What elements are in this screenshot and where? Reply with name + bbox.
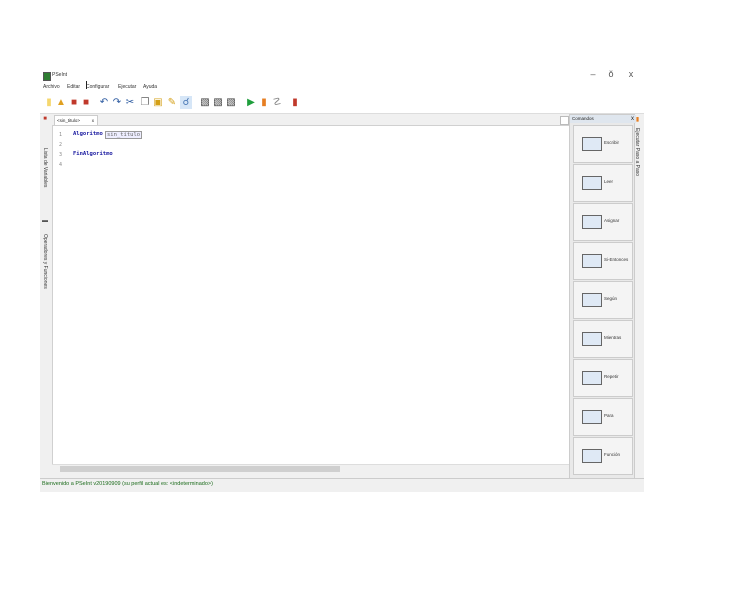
app-window: PSeInt – ŏ x Archivo Editar Configurar E…	[40, 68, 644, 492]
find-next-icon[interactable]: ▧	[199, 96, 211, 109]
edit-icon[interactable]: ✎	[166, 96, 178, 109]
repeat-command-icon	[582, 371, 602, 385]
menu-archivo[interactable]: Archivo	[43, 84, 60, 90]
run-icon[interactable]: ▶	[245, 96, 257, 109]
menu-bar: Archivo Editar Configurar Ejecutar Ayuda	[40, 82, 644, 93]
command-repetir[interactable]: Repetir	[573, 359, 633, 397]
command-si-entonces[interactable]: Si-Entonces	[573, 242, 633, 280]
sidebar-tab-variables[interactable]: Lista de Variables	[42, 148, 48, 187]
if-then-command-icon	[582, 254, 602, 268]
sidebar-tab-paso-a-paso[interactable]: Ejecutar Paso a Paso	[634, 128, 640, 176]
title-bar: PSeInt – ŏ x	[40, 68, 644, 82]
keyword-finalgoritmo: FinAlgoritmo	[73, 151, 113, 157]
toolbar: ▮ ▲ ■ ■ ↶ ↷ ✂ ❐ ▣ ✎ ☌ ▧ ▧ ▧ ▶ ▮ ☡ ▮	[40, 93, 644, 114]
code-editor[interactable]: 1 2 3 4 Algoritmo sin_titulo FinAlgoritm…	[52, 125, 572, 465]
function-command-icon	[582, 449, 602, 463]
cut-icon[interactable]: ✂	[124, 96, 136, 109]
command-funcion[interactable]: Función	[573, 437, 633, 475]
right-sidebar: ▮ Ejecutar Paso a Paso	[633, 114, 643, 234]
command-mientras[interactable]: Mientras	[573, 320, 633, 358]
replace-icon[interactable]: ▧	[212, 96, 224, 109]
maximize-button[interactable]: ŏ	[604, 69, 618, 79]
line-number: 2	[59, 142, 63, 148]
minimize-button[interactable]: –	[586, 69, 600, 79]
command-label: Repetir	[604, 374, 619, 379]
left-sidebar: ■ Lista de Variables ▬ Operadores y Func…	[40, 114, 52, 482]
command-para[interactable]: Para	[573, 398, 633, 436]
switch-command-icon	[582, 293, 602, 307]
copy-icon[interactable]: ❐	[139, 96, 151, 109]
paste-icon[interactable]: ▣	[152, 96, 164, 109]
text-cursor	[86, 81, 87, 89]
command-label: Si-Entonces	[604, 257, 629, 262]
find-icon[interactable]: ☌	[180, 96, 192, 109]
commands-title: Comandos	[572, 116, 594, 121]
step-by-step-icon[interactable]: ▮	[258, 96, 270, 109]
command-label: Para	[604, 413, 614, 418]
indent-icon[interactable]: ▧	[225, 96, 237, 109]
commands-panel: Comandos x Escribir Leer Asignar Si-Ento…	[569, 114, 636, 480]
command-asignar[interactable]: Asignar	[573, 203, 633, 241]
for-command-icon	[582, 410, 602, 424]
new-file-icon[interactable]: ▮	[43, 96, 55, 109]
undo-icon[interactable]: ↶	[98, 96, 110, 109]
command-label: Mientras	[604, 335, 622, 340]
flowchart-icon[interactable]: ▮	[289, 96, 301, 109]
command-leer[interactable]: Leer	[573, 164, 633, 202]
window-title: PSeInt	[52, 72, 68, 78]
menu-editar[interactable]: Editar	[67, 84, 80, 90]
menu-ayuda[interactable]: Ayuda	[143, 84, 157, 90]
editor-tab-strip: <sin_titulo> x	[52, 114, 570, 126]
variables-icon: ■	[42, 116, 48, 122]
scrollbar-thumb[interactable]	[60, 466, 340, 472]
read-command-icon	[582, 176, 602, 190]
status-message: Bienvenido a PSeInt v20190909 (su perfil…	[42, 481, 213, 487]
horizontal-scrollbar[interactable]	[52, 464, 570, 473]
save-as-icon[interactable]: ■	[80, 96, 92, 109]
line-number: 1	[59, 132, 63, 138]
command-label: Función	[604, 452, 621, 457]
editor-panel-close-icon[interactable]	[560, 116, 569, 125]
app-icon	[43, 72, 51, 81]
operators-icon: ▬	[42, 218, 48, 224]
save-icon[interactable]: ■	[68, 96, 80, 109]
close-button[interactable]: x	[624, 69, 638, 79]
menu-ejecutar[interactable]: Ejecutar	[118, 84, 136, 90]
menu-configurar[interactable]: Configurar	[86, 84, 109, 90]
sidebar-tab-operators[interactable]: Operadores y Funciones	[42, 234, 48, 289]
command-label: Según	[604, 296, 618, 301]
step-by-step-panel-icon: ▮	[634, 116, 640, 123]
status-bar: Bienvenido a PSeInt v20190909 (su perfil…	[40, 478, 644, 491]
line-number: 4	[59, 162, 63, 168]
tab-label: <sin_titulo>	[57, 118, 81, 123]
command-label: Leer	[604, 179, 614, 184]
command-label: Asignar	[604, 218, 620, 223]
assign-command-icon	[582, 215, 602, 229]
command-escribir[interactable]: Escribir	[573, 125, 633, 163]
line-number: 3	[59, 152, 63, 158]
debug-icon[interactable]: ☡	[271, 96, 283, 109]
command-label: Escribir	[604, 140, 620, 145]
command-segun[interactable]: Según	[573, 281, 633, 319]
keyword-algoritmo: Algoritmo	[73, 131, 103, 137]
algorithm-name-placeholder[interactable]: sin_titulo	[105, 131, 143, 139]
while-command-icon	[582, 332, 602, 346]
redo-icon[interactable]: ↷	[111, 96, 123, 109]
write-command-icon	[582, 137, 602, 151]
open-folder-icon[interactable]: ▲	[55, 96, 67, 109]
commands-header: Comandos x	[570, 115, 636, 123]
